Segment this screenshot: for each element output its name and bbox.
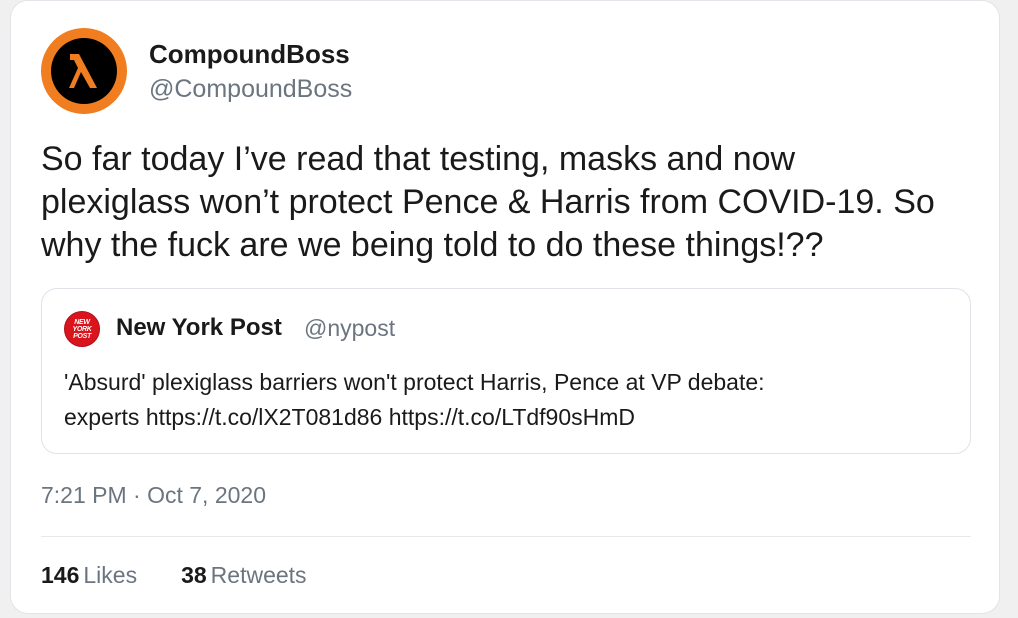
author-display-name[interactable]: CompoundBoss: [149, 39, 350, 70]
author-avatar[interactable]: [41, 28, 127, 114]
tweet-card: CompoundBoss @CompoundBoss So far today …: [10, 0, 1000, 614]
lambda-logo-icon: [51, 38, 117, 104]
nypost-logo-text: NEW: [74, 318, 90, 326]
tweet-text-line: why the fuck are we being told to do the…: [41, 226, 824, 264]
engagement-stats: 146 Likes 38 Retweets: [41, 562, 351, 589]
retweets-stat[interactable]: 38 Retweets: [181, 562, 306, 589]
tweet-timestamp[interactable]: 7:21 PM · Oct 7, 2020: [41, 482, 266, 509]
likes-stat[interactable]: 146 Likes: [41, 562, 137, 589]
retweets-label: Retweets: [210, 562, 307, 588]
divider: [41, 536, 971, 537]
tweet-text-line: plexiglass won’t protect Pence & Harris …: [41, 183, 935, 221]
nypost-logo-text: YORK: [72, 325, 92, 333]
tweet-text-line: So far today I’ve read that testing, mas…: [41, 140, 796, 178]
quoted-handle[interactable]: @nypost: [304, 315, 395, 342]
retweets-count: 38: [181, 562, 207, 588]
likes-count: 146: [41, 562, 80, 588]
nypost-logo-icon[interactable]: NEW YORK POST: [64, 311, 100, 347]
nypost-logo-text: POST: [73, 332, 91, 340]
quoted-text-line[interactable]: experts https://t.co/lX2T081d86 https://…: [64, 400, 944, 435]
quoted-text: 'Absurd' plexiglass barriers won't prote…: [64, 365, 944, 435]
tweet-text: So far today I’ve read that testing, mas…: [41, 138, 981, 267]
likes-label: Likes: [83, 562, 138, 588]
quoted-text-line: 'Absurd' plexiglass barriers won't prote…: [64, 369, 765, 395]
quoted-tweet[interactable]: NEW YORK POST New York Post @nypost 'Abs…: [41, 288, 971, 454]
author-handle[interactable]: @CompoundBoss: [149, 75, 352, 104]
quoted-display-name[interactable]: New York Post: [116, 314, 282, 342]
